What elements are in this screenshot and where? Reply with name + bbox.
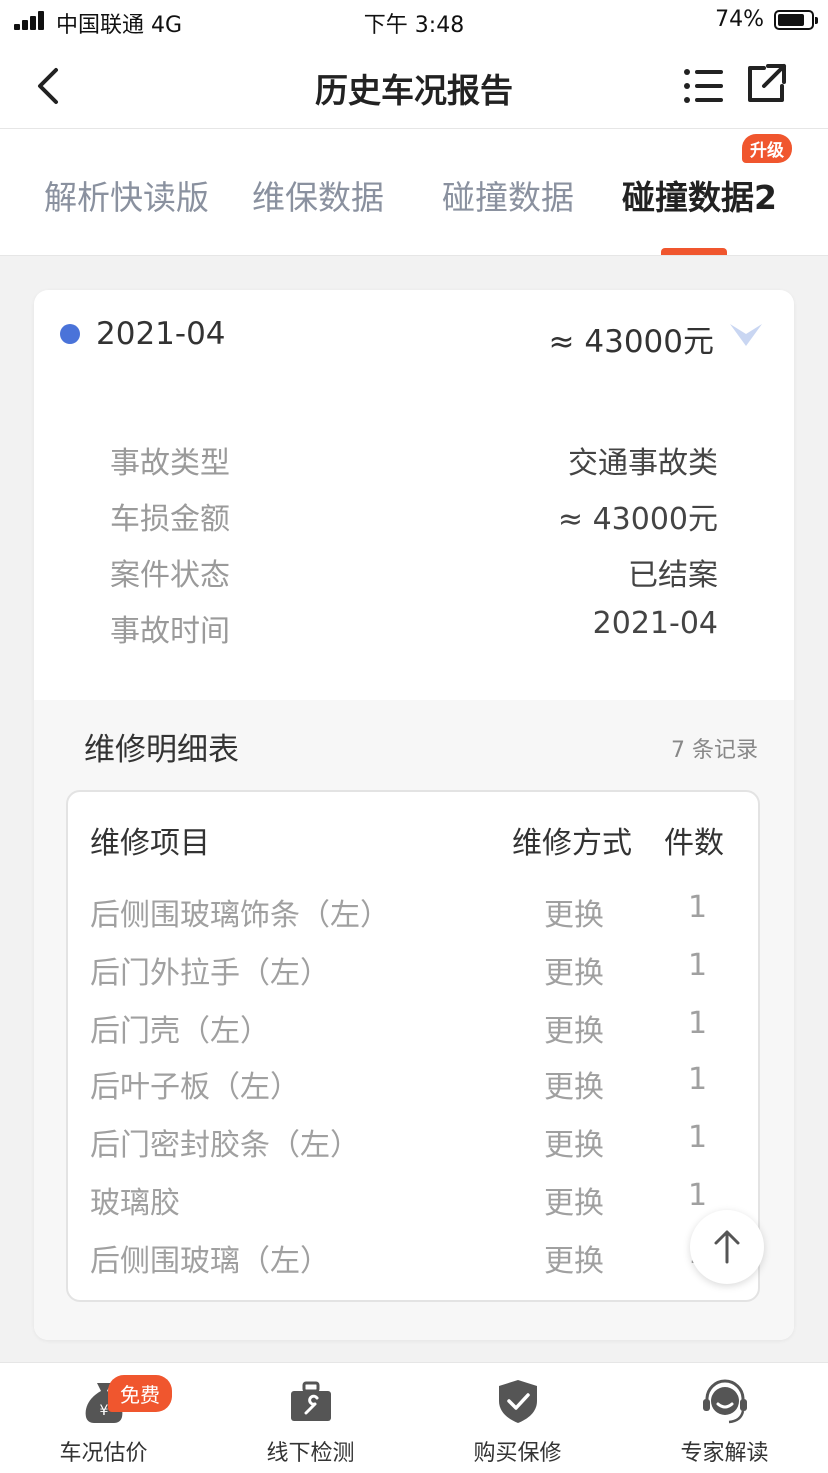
- bottom-label: 车况估价: [59, 1441, 148, 1466]
- tab-maintenance[interactable]: 维保数据: [252, 171, 384, 219]
- card-amount: ≈ 43000元: [548, 324, 714, 360]
- repair-qty: 1: [688, 890, 708, 925]
- bottom-item-warranty[interactable]: 购买保修: [414, 1363, 621, 1473]
- detail-row: 车损金额 ≈ 43000元: [110, 494, 718, 537]
- detail-label: 事故类型: [110, 446, 230, 481]
- header-method: 维修方式: [512, 826, 632, 861]
- bottom-label: 线下检测: [266, 1441, 355, 1466]
- repair-item: 后门外拉手（左）: [90, 956, 330, 991]
- record-count: 7 条记录: [671, 738, 758, 763]
- list-icon[interactable]: [682, 64, 726, 108]
- repair-item: 后门密封胶条（左）: [90, 1128, 360, 1163]
- repair-method: 更换: [544, 1128, 604, 1163]
- repair-qty: 1: [688, 948, 708, 983]
- table-row: 后侧围玻璃饰条（左） 更换 1: [68, 890, 758, 933]
- table-row: 后门外拉手（左） 更换 1: [68, 948, 758, 991]
- bottom-bar: ¥ 免费 车况估价 线下检测 购买保修 专家解读: [0, 1362, 828, 1473]
- repair-qty: 1: [688, 1006, 708, 1041]
- repair-method: 更换: [544, 1014, 604, 1049]
- repair-item: 玻璃胶: [90, 1186, 180, 1221]
- detail-row: 事故类型 交通事故类: [110, 438, 718, 481]
- toolbox-icon: [291, 1381, 331, 1421]
- table-row: 后门密封胶条（左） 更换 1: [68, 1120, 758, 1163]
- headset-icon: [703, 1379, 747, 1424]
- repair-item: 后门壳（左）: [90, 1014, 270, 1049]
- table-row: 玻璃胶 更换 1: [68, 1178, 758, 1221]
- detail-value: 2021-04: [592, 606, 718, 641]
- detail-value: 交通事故类: [568, 446, 718, 481]
- detail-label: 事故时间: [110, 614, 230, 649]
- repair-qty: 1: [688, 1120, 708, 1155]
- bottom-label: 专家解读: [680, 1441, 769, 1466]
- bottom-item-inspection[interactable]: 线下检测: [207, 1363, 414, 1473]
- active-tab-indicator: [661, 248, 727, 255]
- detail-label: 车损金额: [110, 502, 230, 537]
- accident-card: 2021-04 ≈ 43000元 事故类型 交通事故类 车损金额 ≈ 43000…: [34, 290, 794, 1340]
- repair-method: 更换: [544, 956, 604, 991]
- table-row: 后叶子板（左） 更换 1: [68, 1062, 758, 1105]
- battery-icon: [774, 10, 818, 30]
- repair-table: 维修项目 维修方式 件数 后侧围玻璃饰条（左） 更换 1 后门外拉手（左） 更换…: [66, 790, 760, 1302]
- repair-item: 后叶子板（左）: [90, 1070, 300, 1105]
- detail-row: 事故时间 2021-04: [110, 606, 718, 649]
- detail-label: 案件状态: [110, 558, 230, 593]
- share-icon[interactable]: [744, 62, 788, 106]
- repair-item: 后侧围玻璃（左）: [90, 1244, 330, 1279]
- repair-item: 后侧围玻璃饰条（左）: [90, 898, 390, 933]
- bottom-label: 购买保修: [473, 1441, 562, 1466]
- header-item: 维修项目: [90, 826, 210, 861]
- detail-value: ≈ 43000元: [557, 502, 718, 537]
- free-badge: 免费: [108, 1375, 172, 1412]
- table-row: 后门壳（左） 更换 1: [68, 1006, 758, 1049]
- repair-title: 维修明细表: [84, 732, 239, 768]
- battery-percent: 74%: [715, 7, 764, 32]
- repair-qty: 1: [688, 1062, 708, 1097]
- repair-qty: 1: [688, 1178, 708, 1213]
- repair-method: 更换: [544, 1070, 604, 1105]
- nav-bar: 历史车况报告: [0, 44, 828, 129]
- collapse-chevron-icon[interactable]: [728, 320, 764, 350]
- tab-collision-2[interactable]: 碰撞数据2: [622, 171, 777, 219]
- repair-method: 更换: [544, 898, 604, 933]
- detail-value: 已结案: [628, 558, 718, 593]
- repair-method: 更换: [544, 1186, 604, 1221]
- tab-quick-read[interactable]: 解析快读版: [44, 171, 209, 219]
- bottom-item-expert[interactable]: 专家解读: [621, 1363, 828, 1473]
- detail-row: 案件状态 已结案: [110, 550, 718, 593]
- repair-section: 维修明细表 7 条记录 维修项目 维修方式 件数 后侧围玻璃饰条（左） 更换 1…: [34, 700, 794, 1340]
- header-qty: 件数: [664, 826, 724, 861]
- shield-check-icon: [499, 1380, 537, 1423]
- table-row: 后侧围玻璃（左） 更换 1: [68, 1236, 758, 1279]
- bottom-item-valuation[interactable]: ¥ 免费 车况估价: [0, 1363, 207, 1473]
- upgrade-badge: 升级: [742, 134, 792, 163]
- tab-collision[interactable]: 碰撞数据: [442, 171, 574, 219]
- status-bar: 中国联通 4G 下午 3:48 74%: [0, 0, 828, 44]
- timeline-dot: [60, 324, 80, 344]
- tab-bar: 解析快读版 维保数据 碰撞数据 碰撞数据2 升级: [0, 129, 828, 256]
- card-date: 2021-04: [96, 316, 226, 352]
- scroll-to-top-icon[interactable]: [690, 1210, 764, 1284]
- clock: 下午 3:48: [363, 13, 465, 38]
- repair-method: 更换: [544, 1244, 604, 1279]
